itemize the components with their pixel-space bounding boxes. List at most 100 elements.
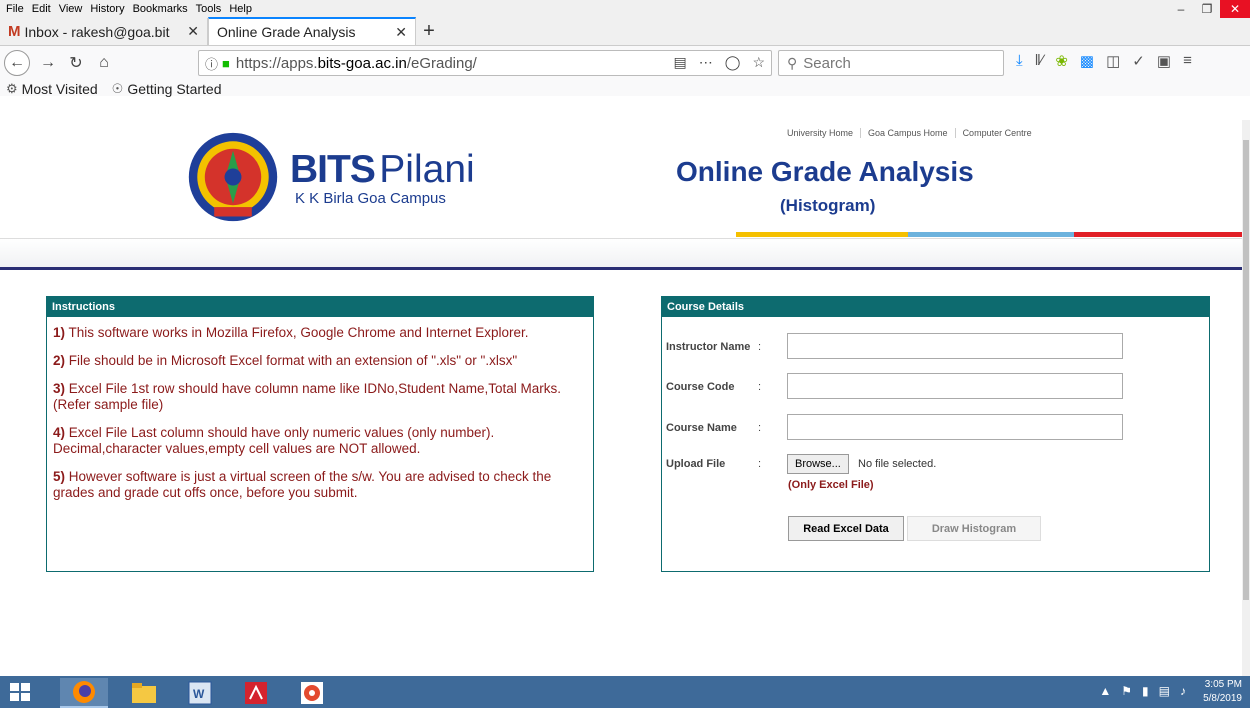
search-icon: ⚲ xyxy=(787,54,798,71)
url-text: https://apps.bits-goa.ac.in/eGrading/ xyxy=(236,55,477,72)
minimize-icon[interactable]: – xyxy=(1168,0,1194,18)
instruction-item: 4) Excel File Last column should have on… xyxy=(53,425,495,456)
instructor-name-row: Instructor Name : xyxy=(666,341,762,353)
nav-bar: ← → ↻ ⌂ ⓘ ■ https://apps.bits-goa.ac.in/… xyxy=(0,46,1250,98)
menu-bookmarks[interactable]: Bookmarks xyxy=(129,3,192,15)
gear-icon: ⚙ xyxy=(6,81,18,96)
menu-history[interactable]: History xyxy=(86,3,128,15)
url-bar[interactable]: ⓘ ■ https://apps.bits-goa.ac.in/eGrading… xyxy=(198,50,772,76)
hamburger-menu-icon[interactable]: ≡ xyxy=(1183,52,1192,70)
chart-extension-icon[interactable]: ▩ xyxy=(1080,52,1094,70)
instructor-name-label: Instructor Name xyxy=(666,341,751,353)
brand-bits: BITS xyxy=(290,148,376,191)
forward-icon[interactable]: → xyxy=(34,49,62,77)
menu-view[interactable]: View xyxy=(55,3,87,15)
course-name-label: Course Name xyxy=(666,422,737,434)
page-actions-icon[interactable]: ⋯ xyxy=(699,54,713,71)
word-icon[interactable]: W xyxy=(176,678,224,708)
course-code-label: Course Code xyxy=(666,381,735,393)
bookmark-star-icon[interactable]: ☆ xyxy=(752,54,765,71)
upload-file-row: Upload File : xyxy=(666,458,762,470)
course-code-input[interactable] xyxy=(787,373,1123,399)
download-icon[interactable]: ⤓ xyxy=(1016,52,1023,70)
tab-bar: M Inbox - rakesh@goa.bit ✕ Online Grade … xyxy=(0,17,1250,46)
new-tab-icon[interactable]: + xyxy=(416,18,442,45)
sidebar-icon[interactable]: ◫ xyxy=(1106,52,1120,70)
globe-icon: ☉ xyxy=(111,81,124,96)
tab-close-icon[interactable]: ✕ xyxy=(395,24,407,41)
home-icon[interactable]: ⌂ xyxy=(90,49,118,77)
window-controls: – ❐ ✕ xyxy=(1168,0,1250,18)
tab-close-icon[interactable]: ✕ xyxy=(187,23,199,40)
reload-icon[interactable]: ↻ xyxy=(62,49,90,77)
link-computer-centre[interactable]: Computer Centre xyxy=(956,128,1039,138)
page-subtitle: (Histogram) xyxy=(780,196,876,215)
menu-help[interactable]: Help xyxy=(225,3,256,15)
extension-icon[interactable]: ❀ xyxy=(1055,52,1068,70)
no-file-selected-text: No file selected. xyxy=(858,458,937,470)
instructions-heading: Instructions xyxy=(47,297,593,317)
browse-button[interactable]: Browse... xyxy=(787,454,849,474)
acrobat-icon[interactable] xyxy=(232,678,280,708)
menu-bar: File Edit View History Bookmarks Tools H… xyxy=(0,0,1250,18)
header-band xyxy=(0,239,1242,267)
library-icon[interactable]: ‖∕ xyxy=(1035,52,1044,70)
reader-view-icon[interactable]: ▤ xyxy=(674,54,687,71)
file-explorer-icon[interactable] xyxy=(120,678,168,708)
url-prefix: https://apps. xyxy=(235,54,318,72)
read-excel-data-button[interactable]: Read Excel Data xyxy=(788,516,904,541)
restore-icon[interactable]: ❐ xyxy=(1194,0,1220,18)
brand-name: BITS Pilani xyxy=(290,148,475,192)
search-placeholder: Search xyxy=(803,54,851,72)
lock-icon[interactable]: ■ xyxy=(222,56,230,71)
course-name-input[interactable] xyxy=(787,414,1123,440)
bookmark-most-visited[interactable]: ⚙ Most Visited xyxy=(0,81,98,97)
bookmarks-bar: ⚙ Most Visited ☉ Getting Started xyxy=(0,80,1250,98)
taskbar-clock[interactable]: 3:05 PM 5/8/2019 xyxy=(1203,678,1242,706)
windows-start-icon[interactable] xyxy=(10,683,30,701)
instructions-list: 1) This software works in Mozilla Firefo… xyxy=(47,317,593,501)
only-excel-note: (Only Excel File) xyxy=(788,479,874,491)
brand-subtitle: K K Birla Goa Campus xyxy=(295,190,446,207)
menu-file[interactable]: File xyxy=(0,3,28,15)
svg-text:W: W xyxy=(193,687,205,701)
draw-histogram-button[interactable]: Draw Histogram xyxy=(907,516,1041,541)
volume-icon[interactable]: ♪ xyxy=(1180,684,1186,698)
network-icon[interactable]: ▤ xyxy=(1159,684,1170,698)
instruction-item: 3) Excel File 1st row should have column… xyxy=(53,381,561,412)
back-icon[interactable]: ← xyxy=(4,50,30,76)
url-path: /eGrading/ xyxy=(406,54,477,72)
firefox-taskbar-icon[interactable] xyxy=(60,678,108,708)
bookmark-label: Most Visited xyxy=(21,81,98,97)
system-tray: ▲ ⚑ ▮ ▤ ♪ xyxy=(1099,684,1186,698)
link-university-home[interactable]: University Home xyxy=(780,128,862,138)
adblock-icon[interactable]: ▣ xyxy=(1157,52,1171,70)
tab-label: Inbox - rakesh@goa.bit xyxy=(24,23,170,40)
eyedropper-icon[interactable]: ✓ xyxy=(1132,52,1145,70)
menu-edit[interactable]: Edit xyxy=(28,3,55,15)
page-scrollbar[interactable] xyxy=(1242,120,1250,676)
info-icon[interactable]: ⓘ xyxy=(205,54,218,73)
pocket-icon[interactable]: ◯ xyxy=(725,54,741,71)
url-domain: bits-goa.ac.in xyxy=(317,54,407,72)
course-name-row: Course Name : xyxy=(666,422,762,434)
search-input[interactable]: ⚲ Search xyxy=(778,50,1004,76)
page-title: Online Grade Analysis xyxy=(676,156,974,187)
bookmark-getting-started[interactable]: ☉ Getting Started xyxy=(106,81,222,97)
instruction-item: 2) File should be in Microsoft Excel for… xyxy=(53,353,518,368)
course-code-row: Course Code : xyxy=(666,381,762,393)
app-taskbar-icon[interactable] xyxy=(288,678,336,708)
link-goa-campus-home[interactable]: Goa Campus Home xyxy=(861,128,956,138)
navy-divider xyxy=(0,267,1242,270)
tray-expand-icon[interactable]: ▲ xyxy=(1099,684,1111,698)
battery-icon[interactable]: ▮ xyxy=(1142,684,1149,698)
tab-inbox[interactable]: M Inbox - rakesh@goa.bit ✕ xyxy=(0,18,208,45)
instructor-name-input[interactable] xyxy=(787,333,1123,359)
menu-tools[interactable]: Tools xyxy=(192,3,226,15)
bits-logo-emblem xyxy=(188,132,278,222)
course-details-panel: Course Details Instructor Name : Course … xyxy=(661,296,1210,572)
tab-online-grade-analysis[interactable]: Online Grade Analysis ✕ xyxy=(208,17,416,45)
action-flag-icon[interactable]: ⚑ xyxy=(1121,684,1132,698)
close-window-icon[interactable]: ✕ xyxy=(1220,0,1250,18)
toolbar-icons: ⤓ ‖∕ ❀ ▩ ◫ ✓ ▣ ≡ xyxy=(1016,52,1192,70)
